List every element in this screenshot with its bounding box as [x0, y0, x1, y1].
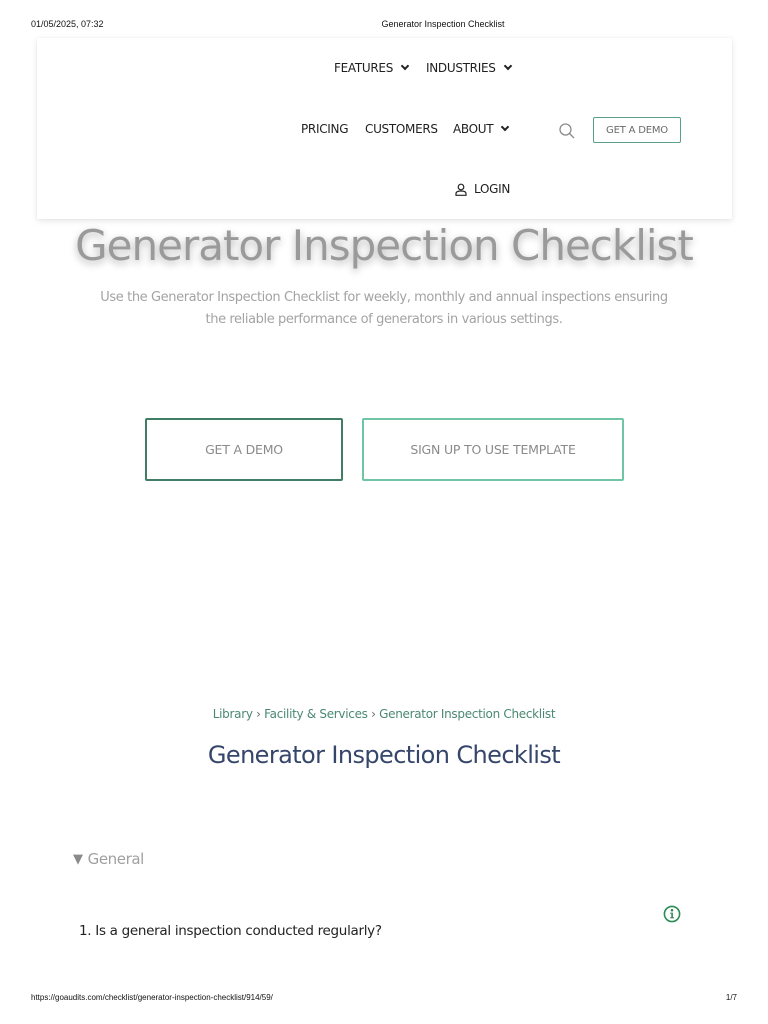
- nav-get-demo-button[interactable]: GET A DEMO: [593, 117, 681, 143]
- section-toggle-general[interactable]: ▼ General: [73, 850, 144, 868]
- nav-customers-label: CUSTOMERS: [365, 122, 438, 136]
- info-icon[interactable]: [663, 905, 681, 923]
- triangle-down-icon: ▼: [73, 851, 83, 867]
- user-icon: [455, 183, 467, 196]
- site-navbar: FEATURES INDUSTRIES PRICING CUSTOMERS AB…: [37, 38, 732, 219]
- print-header: 01/05/2025, 07:32 Generator Inspection C…: [0, 19, 768, 33]
- nav-about[interactable]: ABOUT: [453, 122, 510, 136]
- nav-features[interactable]: FEATURES: [334, 61, 410, 75]
- search-icon[interactable]: [558, 122, 576, 140]
- breadcrumb-separator: ›: [371, 707, 376, 721]
- sign-up-template-button[interactable]: SIGN UP TO USE TEMPLATE: [362, 418, 624, 481]
- nav-features-label: FEATURES: [334, 61, 394, 75]
- nav-login[interactable]: LOGIN: [455, 182, 510, 196]
- nav-pricing-label: PRICING: [301, 122, 349, 136]
- print-title: Generator Inspection Checklist: [381, 19, 505, 29]
- print-url: https://goaudits.com/checklist/generator…: [31, 993, 273, 1002]
- breadcrumb-separator: ›: [256, 707, 261, 721]
- nav-industries-label: INDUSTRIES: [426, 61, 496, 75]
- nav-pricing[interactable]: PRICING: [301, 122, 349, 136]
- checklist-question: 1. Is a general inspection conducted reg…: [79, 923, 382, 939]
- hero-subtitle: Use the Generator Inspection Checklist f…: [100, 290, 668, 327]
- nav-customers[interactable]: CUSTOMERS: [365, 122, 438, 136]
- breadcrumb-current[interactable]: Generator Inspection Checklist: [379, 707, 555, 721]
- chevron-down-icon: [501, 122, 510, 132]
- print-footer: https://goaudits.com/checklist/generator…: [0, 993, 768, 1007]
- breadcrumb: Library › Facility & Services › Generato…: [0, 707, 768, 721]
- print-page-number: 1/7: [725, 993, 737, 1002]
- page-title: Generator Inspection Checklist: [207, 741, 561, 769]
- nav-industries[interactable]: INDUSTRIES: [426, 61, 512, 75]
- nav-login-label: LOGIN: [474, 182, 511, 196]
- section-label: General: [87, 850, 145, 868]
- hero-title: Generator Inspection Checklist: [75, 221, 694, 270]
- chevron-down-icon: [400, 61, 410, 71]
- chevron-down-icon: [503, 61, 512, 71]
- get-demo-button[interactable]: GET A DEMO: [145, 418, 343, 481]
- nav-about-label: ABOUT: [453, 122, 494, 136]
- breadcrumb-library[interactable]: Library: [213, 707, 253, 721]
- breadcrumb-facility-services[interactable]: Facility & Services: [264, 707, 368, 721]
